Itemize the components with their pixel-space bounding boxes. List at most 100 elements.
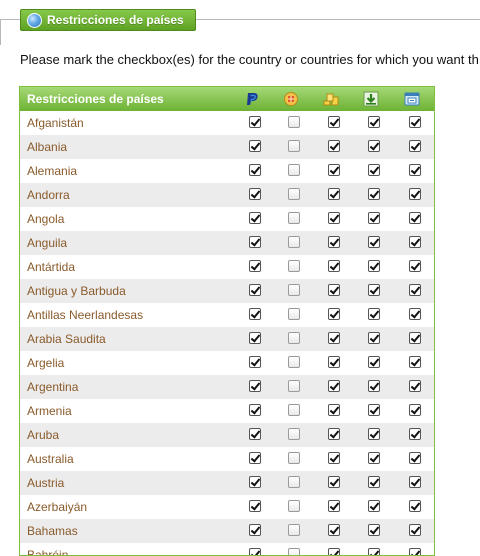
voucher-checkbox[interactable] (288, 164, 300, 176)
bank-transfer-checkbox[interactable] (409, 308, 421, 320)
download-checkbox[interactable] (368, 164, 380, 176)
voucher-checkbox[interactable] (288, 500, 300, 512)
bank-transfer-checkbox[interactable] (409, 428, 421, 440)
coins-checkbox[interactable] (328, 188, 340, 200)
paypal-checkbox[interactable] (249, 332, 261, 344)
voucher-checkbox[interactable] (288, 476, 300, 488)
bank-transfer-checkbox[interactable] (409, 356, 421, 368)
download-checkbox[interactable] (368, 236, 380, 248)
voucher-checkbox[interactable] (288, 116, 300, 128)
paypal-checkbox[interactable] (249, 356, 261, 368)
bank-transfer-checkbox[interactable] (409, 212, 421, 224)
coins-checkbox[interactable] (328, 116, 340, 128)
paypal-checkbox[interactable] (249, 140, 261, 152)
bank-transfer-checkbox[interactable] (409, 260, 421, 272)
coins-checkbox[interactable] (328, 164, 340, 176)
bank-transfer-checkbox[interactable] (409, 284, 421, 296)
country-name: Argentina (27, 380, 79, 394)
coins-checkbox[interactable] (328, 452, 340, 464)
coins-checkbox[interactable] (328, 428, 340, 440)
coins-checkbox[interactable] (328, 380, 340, 392)
voucher-checkbox[interactable] (288, 524, 300, 536)
download-checkbox[interactable] (368, 260, 380, 272)
coins-checkbox[interactable] (328, 500, 340, 512)
voucher-checkbox[interactable] (288, 428, 300, 440)
paypal-checkbox[interactable] (249, 116, 261, 128)
bank-transfer-checkbox[interactable] (409, 548, 421, 555)
voucher-checkbox[interactable] (288, 332, 300, 344)
download-checkbox[interactable] (368, 212, 380, 224)
coins-checkbox[interactable] (328, 476, 340, 488)
paypal-checkbox[interactable] (249, 500, 261, 512)
paypal-checkbox[interactable] (249, 284, 261, 296)
coins-checkbox[interactable] (328, 404, 340, 416)
paypal-checkbox[interactable] (249, 476, 261, 488)
coins-checkbox[interactable] (328, 308, 340, 320)
paypal-checkbox[interactable] (249, 380, 261, 392)
bank-transfer-checkbox[interactable] (409, 188, 421, 200)
download-checkbox[interactable] (368, 500, 380, 512)
table-row: Arabia Saudita (20, 327, 434, 351)
coins-checkbox[interactable] (328, 236, 340, 248)
voucher-checkbox[interactable] (288, 356, 300, 368)
country-name: Argelia (27, 356, 65, 370)
bank-transfer-checkbox[interactable] (409, 332, 421, 344)
coins-checkbox[interactable] (328, 260, 340, 272)
voucher-checkbox[interactable] (288, 284, 300, 296)
voucher-checkbox[interactable] (288, 212, 300, 224)
gift-voucher-icon (284, 92, 298, 106)
download-checkbox[interactable] (368, 356, 380, 368)
download-checkbox[interactable] (368, 452, 380, 464)
coins-checkbox[interactable] (328, 548, 340, 555)
bank-transfer-checkbox[interactable] (409, 476, 421, 488)
paypal-checkbox[interactable] (249, 188, 261, 200)
download-checkbox[interactable] (368, 116, 380, 128)
bank-transfer-checkbox[interactable] (409, 500, 421, 512)
paypal-checkbox[interactable] (249, 308, 261, 320)
voucher-checkbox[interactable] (288, 260, 300, 272)
download-checkbox[interactable] (368, 188, 380, 200)
download-checkbox[interactable] (368, 140, 380, 152)
bank-transfer-checkbox[interactable] (409, 404, 421, 416)
paypal-checkbox[interactable] (249, 212, 261, 224)
paypal-checkbox[interactable] (249, 452, 261, 464)
paypal-checkbox[interactable] (249, 548, 261, 555)
bank-transfer-checkbox[interactable] (409, 380, 421, 392)
coins-checkbox[interactable] (328, 140, 340, 152)
download-checkbox[interactable] (368, 548, 380, 555)
paypal-checkbox[interactable] (249, 164, 261, 176)
voucher-checkbox[interactable] (288, 236, 300, 248)
paypal-checkbox[interactable] (249, 428, 261, 440)
country-name: Australia (27, 452, 74, 466)
bank-transfer-checkbox[interactable] (409, 452, 421, 464)
download-checkbox[interactable] (368, 308, 380, 320)
download-checkbox[interactable] (368, 332, 380, 344)
voucher-checkbox[interactable] (288, 308, 300, 320)
download-checkbox[interactable] (368, 476, 380, 488)
download-checkbox[interactable] (368, 404, 380, 416)
voucher-checkbox[interactable] (288, 404, 300, 416)
voucher-checkbox[interactable] (288, 140, 300, 152)
coins-checkbox[interactable] (328, 284, 340, 296)
voucher-checkbox[interactable] (288, 548, 300, 555)
paypal-checkbox[interactable] (249, 524, 261, 536)
coins-checkbox[interactable] (328, 356, 340, 368)
voucher-checkbox[interactable] (288, 380, 300, 392)
bank-transfer-checkbox[interactable] (409, 140, 421, 152)
paypal-checkbox[interactable] (249, 404, 261, 416)
paypal-checkbox[interactable] (249, 236, 261, 248)
voucher-checkbox[interactable] (288, 452, 300, 464)
download-checkbox[interactable] (368, 380, 380, 392)
bank-transfer-checkbox[interactable] (409, 524, 421, 536)
coins-checkbox[interactable] (328, 212, 340, 224)
download-checkbox[interactable] (368, 284, 380, 296)
bank-transfer-checkbox[interactable] (409, 164, 421, 176)
download-checkbox[interactable] (368, 524, 380, 536)
paypal-checkbox[interactable] (249, 260, 261, 272)
coins-checkbox[interactable] (328, 524, 340, 536)
coins-checkbox[interactable] (328, 332, 340, 344)
download-checkbox[interactable] (368, 428, 380, 440)
bank-transfer-checkbox[interactable] (409, 116, 421, 128)
voucher-checkbox[interactable] (288, 188, 300, 200)
bank-transfer-checkbox[interactable] (409, 236, 421, 248)
